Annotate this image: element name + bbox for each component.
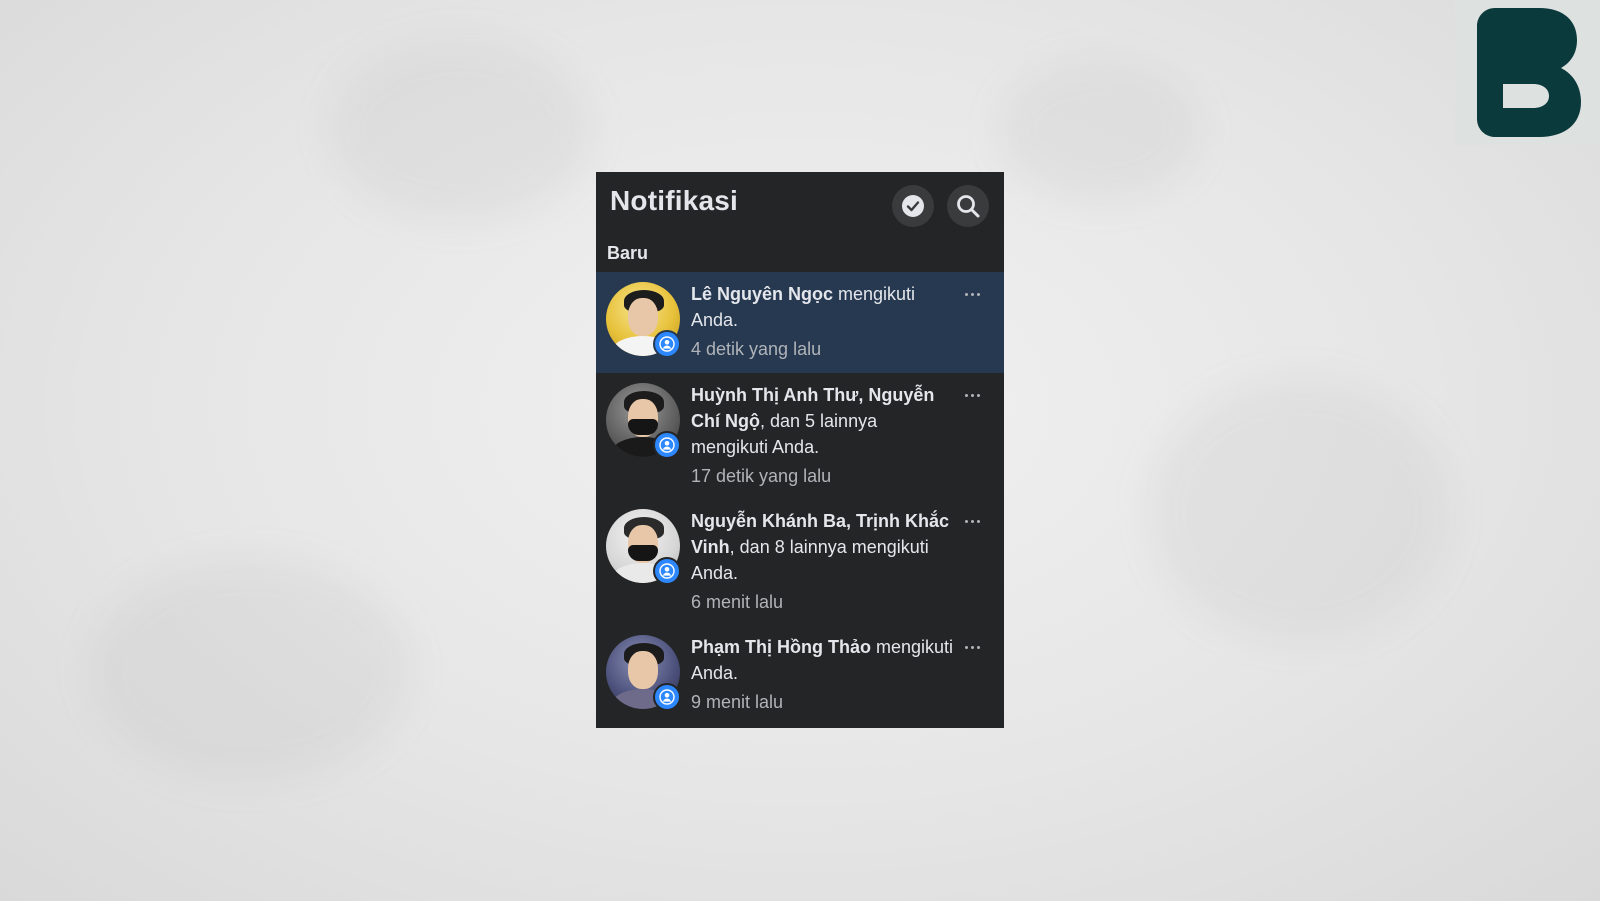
person-icon — [659, 689, 675, 705]
more-dot-icon — [970, 519, 974, 523]
search-icon — [957, 195, 980, 218]
notification-time: 4 detik yang lalu — [691, 339, 822, 359]
notification-names: Phạm Thị Hồng Thảo — [691, 637, 871, 657]
notification-list: Lê Nguyên Ngọc mengikuti Anda. 4 detik y… — [596, 272, 1004, 728]
notification-text: Huỳnh Thị Anh Thư, Nguyễn Chí Ngộ, dan 5… — [691, 382, 956, 488]
person-icon — [659, 563, 675, 579]
more-dot-icon — [964, 645, 968, 649]
more-dot-icon — [970, 393, 974, 397]
notification-time: 9 menit lalu — [691, 692, 784, 712]
more-dot-icon — [970, 645, 974, 649]
notification-item[interactable]: Huỳnh Thị Anh Thư, Nguyễn Chí Ngộ, dan 5… — [596, 373, 1004, 499]
brand-logo-mark — [1477, 8, 1581, 137]
notification-names: Lê Nguyên Ngọc — [691, 284, 834, 304]
more-dot-icon — [976, 393, 980, 397]
notification-item[interactable]: Phạm Thị Hồng Thảo mengikuti Anda. 9 men… — [596, 625, 1004, 728]
notification-text: Lê Nguyên Ngọc mengikuti Anda. 4 detik y… — [691, 281, 956, 361]
notification-time: 17 detik yang lalu — [691, 466, 832, 486]
notification-text: Phạm Thị Hồng Thảo mengikuti Anda. 9 men… — [691, 634, 956, 714]
background-stain — [90, 560, 410, 780]
avatar-face — [628, 298, 658, 336]
more-options-button[interactable] — [958, 637, 986, 657]
more-dot-icon — [976, 519, 980, 523]
background-stain — [330, 40, 590, 220]
more-options-button[interactable] — [958, 511, 986, 531]
person-icon — [659, 437, 675, 453]
more-options-button[interactable] — [958, 385, 986, 405]
more-options-button[interactable] — [958, 284, 986, 304]
person-icon — [659, 336, 675, 352]
background-stain — [1000, 60, 1200, 200]
more-dot-icon — [970, 292, 974, 296]
more-dot-icon — [964, 292, 968, 296]
follow-badge — [653, 557, 681, 585]
background-stain — [1150, 380, 1450, 640]
avatar-face — [628, 651, 658, 689]
notifications-panel: Notifikasi Baru Lê Nguyên Ngọc mengikuti… — [596, 172, 1004, 728]
notification-time: 6 menit lalu — [691, 592, 784, 612]
notification-text: Nguyễn Khánh Ba, Trịnh Khắc Vinh, dan 8 … — [691, 508, 956, 614]
follow-badge — [653, 330, 681, 358]
brand-logo — [1455, 0, 1600, 145]
mark-all-read-button[interactable] — [892, 185, 934, 227]
section-label-new: Baru — [607, 243, 649, 263]
notification-item[interactable]: Lê Nguyên Ngọc mengikuti Anda. 4 detik y… — [596, 272, 1004, 373]
follow-badge — [653, 431, 681, 459]
follow-badge — [653, 683, 681, 711]
checkmark-circle-icon — [902, 195, 924, 217]
avatar-mask — [628, 545, 658, 561]
avatar-mask — [628, 419, 658, 435]
more-dot-icon — [964, 393, 968, 397]
search-button[interactable] — [947, 185, 989, 227]
more-dot-icon — [964, 519, 968, 523]
more-dot-icon — [976, 292, 980, 296]
notification-item[interactable]: Nguyễn Khánh Ba, Trịnh Khắc Vinh, dan 8 … — [596, 499, 1004, 625]
panel-title: Notifikasi — [610, 185, 739, 216]
panel-header: Notifikasi — [596, 172, 1004, 236]
more-dot-icon — [976, 645, 980, 649]
